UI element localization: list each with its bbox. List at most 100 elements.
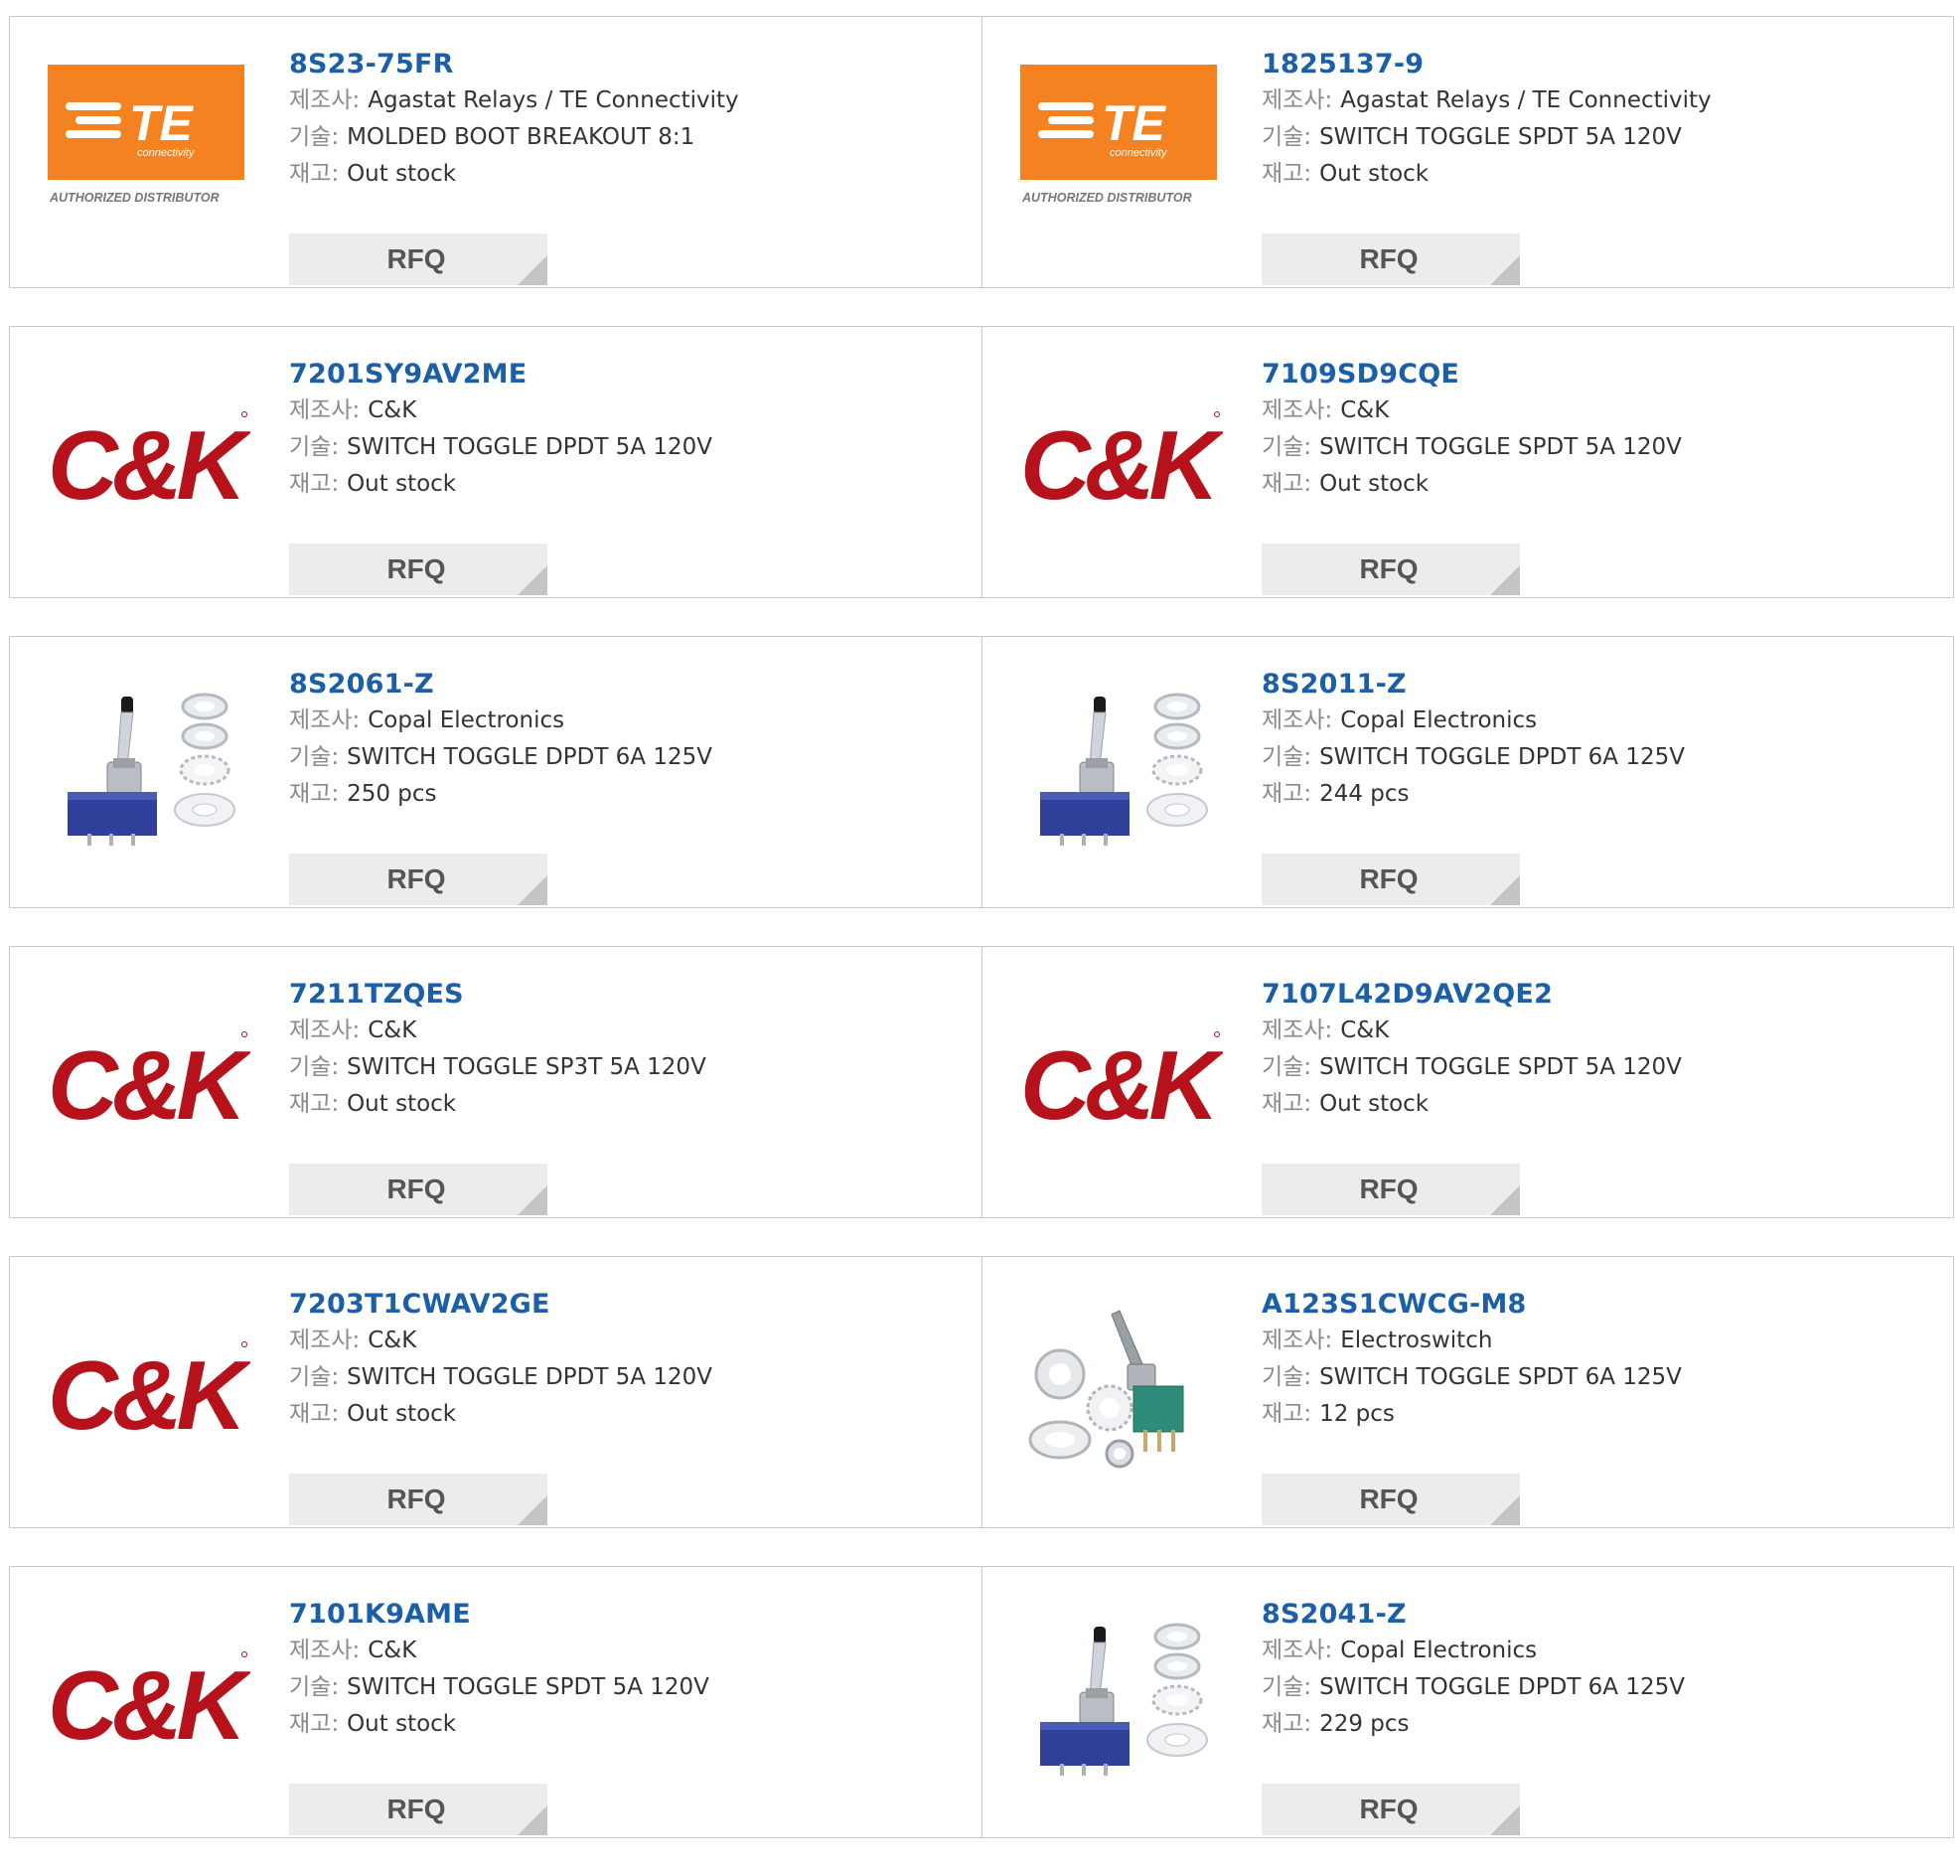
- product-info: 8S2011-Z 제조사: Copal Electronics 기술: SWITCH T…: [1262, 667, 1685, 905]
- part-number-link[interactable]: 7203T1CWAV2GE: [289, 1287, 712, 1323]
- product-image[interactable]: C&K: [1020, 995, 1223, 1160]
- part-number-link[interactable]: 7101K9AME: [289, 1597, 709, 1633]
- stock-label: 재고:: [289, 781, 340, 807]
- part-number-link[interactable]: 8S2041-Z: [1262, 1597, 1685, 1633]
- part-number-link[interactable]: 8S2061-Z: [289, 667, 712, 703]
- rfq-button[interactable]: RFQ: [289, 234, 547, 285]
- product-info: 7203T1CWAV2GE 제조사: C&K 기술: SWITCH TOGGLE DPD…: [289, 1287, 712, 1525]
- part-number-link[interactable]: 7109SD9CQE: [1262, 357, 1682, 392]
- part-number-link[interactable]: 7201SY9AV2ME: [289, 357, 712, 392]
- stock-label: 재고:: [1262, 161, 1312, 187]
- product-image[interactable]: C&K: [1020, 375, 1223, 540]
- rfq-button[interactable]: RFQ: [1262, 1164, 1520, 1215]
- rfq-button[interactable]: RFQ: [289, 1164, 547, 1215]
- description-label: 기술:: [1262, 434, 1312, 460]
- svg-text:C&K: C&K: [48, 1030, 250, 1140]
- product-image[interactable]: [48, 685, 250, 850]
- description-line: 기술: SWITCH TOGGLE DPDT 6A 125V: [289, 739, 712, 776]
- svg-text:C&K: C&K: [1020, 1030, 1223, 1140]
- product-image[interactable]: C&K: [48, 375, 250, 540]
- manufacturer-value: Agastat Relays / TE Connectivity: [1340, 87, 1712, 113]
- description-label: 기술:: [289, 744, 340, 770]
- description-label: 기술:: [1262, 1054, 1312, 1080]
- rfq-button[interactable]: RFQ: [1262, 854, 1520, 905]
- stock-value: Out stock: [347, 161, 457, 187]
- description-label: 기술:: [289, 1674, 340, 1700]
- product-image[interactable]: C&K: [48, 1615, 250, 1780]
- rfq-label: RFQ: [386, 1173, 446, 1204]
- rfq-label: RFQ: [386, 243, 446, 274]
- rfq-button[interactable]: RFQ: [289, 1474, 547, 1525]
- rfq-button[interactable]: RFQ: [1262, 1784, 1520, 1835]
- rfq-button[interactable]: RFQ: [1262, 1474, 1520, 1525]
- stock-value: 229 pcs: [1319, 1711, 1410, 1737]
- product-card: 8S2061-Z 제조사: Copal Electronics 기술: SWITCH T…: [10, 637, 981, 907]
- manufacturer-line: 제조사: Electroswitch: [1262, 1323, 1682, 1359]
- product-card: A123S1CWCG-M8 제조사: Electroswitch 기술: SWITCH …: [981, 1257, 1953, 1527]
- product-image[interactable]: TE connectivity AUTHORIZED DISTRIBUTOR: [1020, 65, 1223, 230]
- corner-triangle-icon: [1490, 1185, 1520, 1215]
- description-value: SWITCH TOGGLE SPDT 5A 120V: [347, 1674, 709, 1700]
- rfq-button[interactable]: RFQ: [289, 1784, 547, 1835]
- manufacturer-line: 제조사: C&K: [289, 1323, 712, 1359]
- product-row: C&K 7203T1CWAV2GE 제조사: C&K 기술: SWITCH TOGGLE…: [9, 1256, 1954, 1528]
- corner-triangle-icon: [1490, 875, 1520, 905]
- product-image[interactable]: C&K: [48, 1305, 250, 1470]
- description-label: 기술:: [289, 124, 340, 150]
- part-number-link[interactable]: 1825137-9: [1262, 47, 1712, 82]
- manufacturer-line: 제조사: C&K: [289, 1013, 706, 1049]
- manufacturer-line: 제조사: Agastat Relays / TE Connectivity: [289, 82, 739, 119]
- svg-text:connectivity: connectivity: [1110, 147, 1168, 159]
- stock-value: Out stock: [1319, 1091, 1430, 1117]
- svg-text:AUTHORIZED DISTRIBUTOR: AUTHORIZED DISTRIBUTOR: [49, 191, 220, 205]
- svg-text:connectivity: connectivity: [137, 147, 196, 159]
- product-row: 8S2061-Z 제조사: Copal Electronics 기술: SWITCH T…: [9, 636, 1954, 908]
- rfq-button[interactable]: RFQ: [1262, 234, 1520, 285]
- description-line: 기술: SWITCH TOGGLE DPDT 5A 120V: [289, 1359, 712, 1396]
- product-row: C&K 7211TZQES 제조사: C&K 기술: SWITCH TOGGLE SP3…: [9, 946, 1954, 1218]
- ck-logo: C&K: [48, 410, 250, 520]
- product-image[interactable]: [1020, 1305, 1223, 1470]
- product-card: 8S2041-Z 제조사: Copal Electronics 기술: SWITCH T…: [981, 1567, 1953, 1837]
- rfq-label: RFQ: [386, 863, 446, 894]
- description-label: 기술:: [289, 1364, 340, 1390]
- description-line: 기술: SWITCH TOGGLE SPDT 5A 120V: [1262, 119, 1712, 156]
- stock-line: 재고: Out stock: [1262, 1086, 1682, 1123]
- manufacturer-label: 제조사:: [1262, 707, 1333, 733]
- description-value: SWITCH TOGGLE SPDT 5A 120V: [1319, 434, 1682, 460]
- rfq-label: RFQ: [386, 1484, 446, 1514]
- rfq-button[interactable]: RFQ: [1262, 544, 1520, 595]
- part-number-link[interactable]: 8S2011-Z: [1262, 667, 1685, 703]
- stock-label: 재고:: [1262, 781, 1312, 807]
- manufacturer-line: 제조사: C&K: [289, 1633, 709, 1669]
- stock-label: 재고:: [1262, 471, 1312, 497]
- product-card: TE connectivity AUTHORIZED DISTRIBUTOR 8…: [10, 17, 981, 287]
- stock-line: 재고: Out stock: [289, 156, 739, 193]
- manufacturer-label: 제조사:: [289, 1328, 361, 1353]
- product-image[interactable]: [1020, 1615, 1223, 1780]
- manufacturer-label: 제조사:: [289, 1638, 361, 1663]
- description-label: 기술:: [1262, 1674, 1312, 1700]
- toggle-switch-photo: [1020, 1615, 1223, 1780]
- stock-label: 재고:: [1262, 1401, 1312, 1427]
- part-number-link[interactable]: 8S23-75FR: [289, 47, 739, 82]
- product-image[interactable]: [1020, 685, 1223, 850]
- part-number-link[interactable]: 7107L42D9AV2QE2: [1262, 977, 1682, 1013]
- toggle-switch-photo: [48, 685, 250, 850]
- product-image[interactable]: TE connectivity AUTHORIZED DISTRIBUTOR: [48, 65, 250, 230]
- description-label: 기술:: [289, 434, 340, 460]
- product-row: TE connectivity AUTHORIZED DISTRIBUTOR 8…: [9, 16, 1954, 288]
- product-card: TE connectivity AUTHORIZED DISTRIBUTOR 1…: [981, 17, 1953, 287]
- rfq-button[interactable]: RFQ: [289, 544, 547, 595]
- product-card: C&K 7109SD9CQE 제조사: C&K 기술: SWITCH TOGGLE SP…: [981, 327, 1953, 597]
- manufacturer-line: 제조사: Agastat Relays / TE Connectivity: [1262, 82, 1712, 119]
- product-card: C&K 7107L42D9AV2QE2 제조사: C&K 기술: SWITCH TOGG…: [981, 947, 1953, 1217]
- part-number-link[interactable]: A123S1CWCG-M8: [1262, 1287, 1682, 1323]
- stock-value: Out stock: [347, 1711, 457, 1737]
- part-number-link[interactable]: 7211TZQES: [289, 977, 706, 1013]
- description-value: SWITCH TOGGLE SPDT 5A 120V: [1319, 1054, 1682, 1080]
- rfq-label: RFQ: [1359, 553, 1419, 584]
- rfq-button[interactable]: RFQ: [289, 854, 547, 905]
- corner-triangle-icon: [518, 255, 547, 285]
- product-image[interactable]: C&K: [48, 995, 250, 1160]
